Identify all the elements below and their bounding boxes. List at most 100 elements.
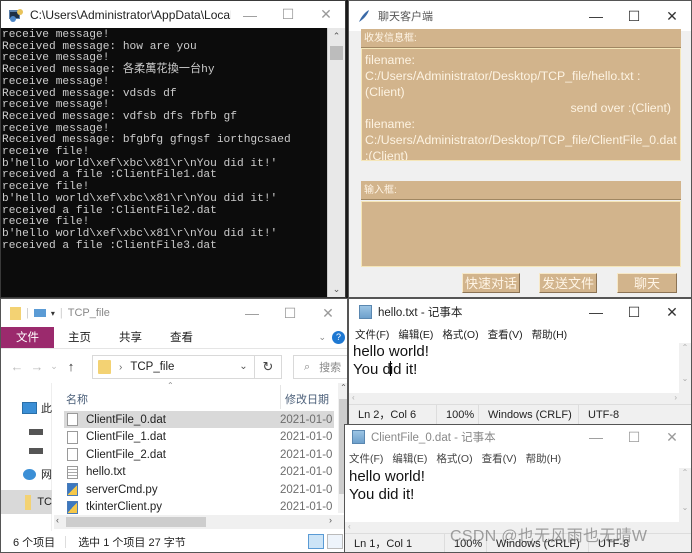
menu-help[interactable]: 帮助(H) <box>526 451 562 466</box>
scroll-up-icon[interactable]: ⌃ <box>328 28 345 44</box>
file-row[interactable]: tkinterClient.py 2021-01-0 <box>64 499 334 516</box>
close-button[interactable]: ✕ <box>653 425 691 449</box>
file-list-hscroll[interactable]: ‹ › <box>54 515 344 529</box>
column-name[interactable]: 名称 <box>66 391 88 407</box>
menu-help[interactable]: 帮助(H) <box>532 327 568 342</box>
address-path[interactable]: TCP_file <box>130 361 233 373</box>
network-icon <box>23 468 36 480</box>
editor-hscroll[interactable]: ‹ › <box>349 393 691 404</box>
menu-format[interactable]: 格式(O) <box>442 327 478 342</box>
back-arrow-icon[interactable]: ← <box>7 359 27 374</box>
minimize-button[interactable]: — <box>233 299 271 327</box>
file-date: 2021-01-0 <box>280 483 333 496</box>
menu-view[interactable]: 查看(V) <box>482 451 517 466</box>
file-icon <box>67 448 78 461</box>
send-file-button[interactable]: 发送文件 <box>539 273 597 293</box>
nav-drive-1[interactable] <box>1 418 52 440</box>
file-row[interactable]: ClientFile_0.dat 2021-01-0 <box>64 411 334 428</box>
maximize-button[interactable]: ☐ <box>615 1 653 31</box>
close-button[interactable]: ✕ <box>307 1 345 28</box>
forward-arrow-icon[interactable]: → <box>27 359 47 374</box>
cursor-position: Ln 1，Col 1 <box>345 534 445 552</box>
drive-icon <box>29 429 43 435</box>
close-button[interactable]: ✕ <box>653 1 691 31</box>
notepad-titlebar[interactable]: hello.txt - 记事本 — ☐ ✕ <box>349 299 691 325</box>
text-editor[interactable]: hello world! You did it! <box>345 468 679 522</box>
text-line: hello world! <box>349 468 425 485</box>
console-line: receive message! <box>2 29 110 41</box>
maximize-button[interactable]: ☐ <box>615 425 653 449</box>
address-dropdown-icon[interactable]: ⌄ <box>233 356 255 378</box>
close-button[interactable]: ✕ <box>653 299 691 325</box>
console-scrollbar[interactable]: ⌃ ⌄ <box>327 28 345 297</box>
text-file-icon <box>67 465 78 479</box>
notepad-titlebar[interactable]: ClientFile_0.dat - 记事本 — ☐ ✕ <box>345 425 691 449</box>
minimize-button[interactable]: — <box>577 299 615 325</box>
column-date[interactable]: 修改日期 <box>285 391 329 407</box>
chat-titlebar[interactable]: 聊天客户端 — ☐ ✕ <box>349 1 691 31</box>
menu-file[interactable]: 文件(F) <box>355 327 389 342</box>
text-editor[interactable]: hello world! You did it! <box>349 343 679 393</box>
customize-qa-icon[interactable]: ▾ <box>51 309 55 318</box>
scroll-right-icon[interactable]: › <box>329 515 332 525</box>
tab-home[interactable]: 主页 <box>54 327 105 348</box>
chat-button[interactable]: 聊天 <box>617 273 677 293</box>
address-bar[interactable]: › TCP_file ⌄ ↻ <box>92 355 282 379</box>
scroll-thumb[interactable] <box>330 46 343 60</box>
menu-edit[interactable]: 编辑(E) <box>398 327 433 342</box>
folder-icon <box>25 494 32 510</box>
minimize-button[interactable]: — <box>231 1 269 28</box>
navigation-pane: 此 网 TC <box>1 383 52 531</box>
minimize-button[interactable]: — <box>577 425 615 449</box>
nav-network[interactable]: 网 <box>1 463 52 485</box>
maximize-button[interactable]: ☐ <box>269 1 307 28</box>
file-row[interactable]: ClientFile_1.dat 2021-01-0 <box>64 429 334 446</box>
editor-vscroll[interactable]: ⌃ ⌄ <box>679 468 691 522</box>
file-row[interactable]: ClientFile_2.dat 2021-01-0 <box>64 446 334 463</box>
search-input[interactable]: ⌕ 搜索 <box>293 355 347 379</box>
nav-this-pc[interactable]: 此 <box>1 397 52 419</box>
file-row[interactable]: hello.txt 2021-01-0 <box>64 464 334 481</box>
menu-file[interactable]: 文件(F) <box>349 451 383 466</box>
up-arrow-icon[interactable]: ↑ <box>61 359 81 374</box>
editor-vscroll[interactable]: ⌃ ⌄ <box>679 343 691 393</box>
search-placeholder: 搜索 <box>319 362 342 374</box>
explorer-titlebar[interactable]: | ▾ | TCP_file — ☐ ✕ <box>1 299 347 327</box>
scroll-up-icon[interactable]: ⌃ <box>338 383 347 392</box>
line-ending: Windows (CRLF) <box>479 405 579 424</box>
recent-locations-icon[interactable]: ⌄ <box>47 361 61 372</box>
maximize-button[interactable]: ☐ <box>271 299 309 327</box>
properties-icon[interactable] <box>33 309 46 317</box>
large-icons-view-icon[interactable] <box>327 534 343 549</box>
console-titlebar[interactable]: C:\Users\Administrator\AppData\Local\P..… <box>1 1 345 28</box>
scroll-left-icon[interactable]: ‹ <box>56 515 59 525</box>
expand-ribbon-icon[interactable]: ⌄ <box>318 332 326 343</box>
refresh-icon[interactable]: ↻ <box>255 359 281 375</box>
computer-icon <box>22 402 37 414</box>
message-box[interactable]: filename: C:/Users/Administrator/Desktop… <box>361 48 681 161</box>
menu-view[interactable]: 查看(V) <box>488 327 523 342</box>
file-list: ⌃ 名称 修改日期 ClientFile_0.dat 2021-01-0 Clien… <box>54 381 338 531</box>
tab-view[interactable]: 查看 <box>156 327 207 348</box>
nav-tcp-file[interactable]: TC <box>1 490 52 514</box>
scroll-down-icon[interactable]: ⌄ <box>328 281 345 297</box>
quick-chat-button[interactable]: 快速对话 <box>462 273 520 293</box>
scroll-thumb[interactable] <box>66 517 206 527</box>
tab-share[interactable]: 共享 <box>105 327 156 348</box>
nav-drive-2[interactable] <box>1 440 52 462</box>
details-view-icon[interactable] <box>308 534 324 549</box>
menu-format[interactable]: 格式(O) <box>436 451 472 466</box>
cursor-position: Ln 2，Col 6 <box>349 405 437 424</box>
file-date: 2021-01-0 <box>280 431 333 443</box>
console-line: Received message: vdfsb dfs fbfb gf <box>2 110 237 123</box>
input-box[interactable] <box>361 201 681 267</box>
minimize-button[interactable]: — <box>577 1 615 31</box>
maximize-button[interactable]: ☐ <box>615 299 653 325</box>
breadcrumb-chevron-icon[interactable]: › <box>119 362 122 373</box>
menu-edit[interactable]: 编辑(E) <box>392 451 427 466</box>
item-count: 6 个项目 <box>13 537 56 549</box>
close-button[interactable]: ✕ <box>309 299 347 327</box>
help-icon[interactable]: ? <box>332 331 345 344</box>
file-row[interactable]: serverCmd.py 2021-01-0 <box>64 481 334 498</box>
tab-file[interactable]: 文件 <box>1 327 54 348</box>
